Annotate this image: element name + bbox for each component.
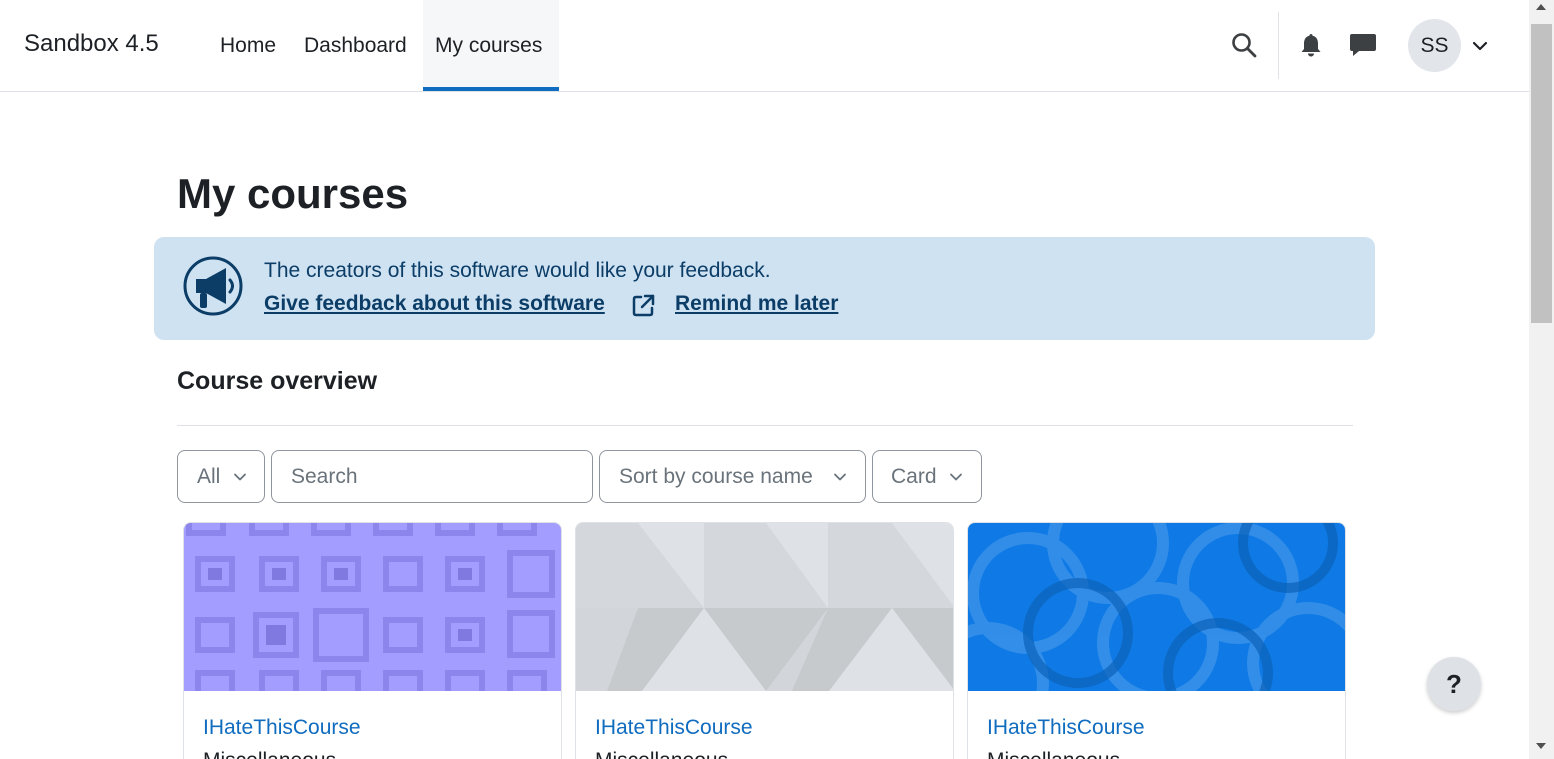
give-feedback-link[interactable]: Give feedback about this software xyxy=(264,292,605,316)
help-button[interactable]: ? xyxy=(1427,657,1481,711)
course-image[interactable] xyxy=(184,523,562,691)
course-category: Miscellaneous xyxy=(595,749,728,759)
course-search-input[interactable] xyxy=(271,450,593,503)
course-title-link[interactable]: IHateThisCourse xyxy=(595,716,753,740)
course-category: Miscellaneous xyxy=(987,749,1120,759)
nav-dashboard[interactable]: Dashboard xyxy=(292,0,419,91)
nav-my-courses[interactable]: My courses xyxy=(423,0,559,91)
course-card[interactable]: IHateThisCourse Miscellaneous xyxy=(967,522,1346,759)
megaphone-icon xyxy=(183,256,243,316)
external-link-icon[interactable] xyxy=(631,293,656,318)
grouping-dropdown[interactable]: All xyxy=(177,450,265,503)
course-image[interactable] xyxy=(968,523,1346,691)
bell-icon[interactable] xyxy=(1297,31,1325,59)
chevron-down-icon xyxy=(234,473,246,481)
chevron-down-icon xyxy=(834,473,846,481)
nav-divider xyxy=(1278,12,1279,79)
view-label: Card xyxy=(891,464,937,488)
course-category: Miscellaneous xyxy=(203,749,336,759)
sort-dropdown[interactable]: Sort by course name xyxy=(599,450,866,503)
search-icon[interactable] xyxy=(1230,31,1258,59)
course-card[interactable]: IHateThisCourse Miscellaneous xyxy=(183,522,562,759)
feedback-alert xyxy=(154,237,1375,340)
scroll-up-arrow-icon[interactable] xyxy=(1536,4,1546,10)
course-overview-title: Course overview xyxy=(177,367,378,395)
nav-home[interactable]: Home xyxy=(208,0,288,91)
messages-icon[interactable] xyxy=(1348,31,1378,59)
scroll-down-arrow-icon[interactable] xyxy=(1536,743,1546,749)
top-navbar: Sandbox 4.5 Home Dashboard My courses SS xyxy=(0,0,1529,92)
chevron-down-icon[interactable] xyxy=(1470,36,1490,56)
course-title-link[interactable]: IHateThisCourse xyxy=(203,716,361,740)
remind-later-link[interactable]: Remind me later xyxy=(675,292,838,316)
alert-message: The creators of this software would like… xyxy=(264,259,771,282)
page-title: My courses xyxy=(177,170,409,217)
chevron-down-icon xyxy=(950,473,962,481)
section-divider xyxy=(177,425,1353,426)
view-dropdown[interactable]: Card xyxy=(872,450,982,503)
course-image[interactable] xyxy=(576,523,954,691)
sort-label: Sort by course name xyxy=(619,464,813,488)
user-avatar[interactable]: SS xyxy=(1408,19,1461,72)
site-brand[interactable]: Sandbox 4.5 xyxy=(24,30,159,58)
course-card[interactable]: IHateThisCourse Miscellaneous xyxy=(575,522,954,759)
scrollbar-thumb[interactable] xyxy=(1531,24,1552,323)
course-title-link[interactable]: IHateThisCourse xyxy=(987,716,1145,740)
grouping-label: All xyxy=(197,464,221,488)
